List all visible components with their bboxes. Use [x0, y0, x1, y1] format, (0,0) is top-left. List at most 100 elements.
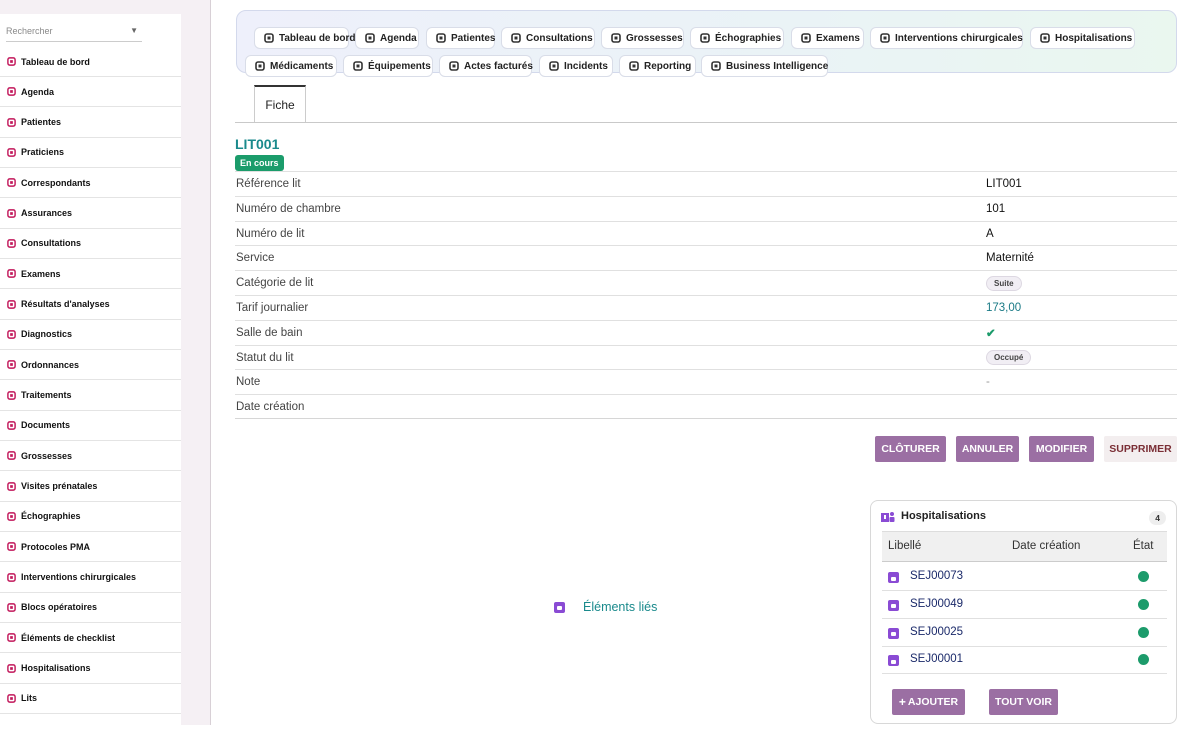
add-button[interactable]: + AJOUTER [892, 689, 965, 715]
field-value: 173,00 [986, 302, 1021, 314]
cancel-button[interactable]: ANNULER [956, 436, 1019, 462]
close-button[interactable]: CLÔTURER [875, 436, 946, 462]
table-row[interactable]: SEJ00073 [882, 563, 1167, 591]
column-header[interactable]: Libellé [888, 540, 921, 552]
nav-button-label: Patientes [451, 32, 496, 44]
hospital-user-icon [881, 512, 895, 522]
sidebar-item-label: Tableau de bord [21, 56, 90, 67]
nav-button[interactable]: Équipements [343, 55, 433, 77]
sidebar-item[interactable]: Grossesses [0, 441, 181, 472]
sidebar-item[interactable]: Assurances [0, 199, 181, 229]
pie-chart-icon [629, 61, 644, 71]
nav-button[interactable]: Grossesses [601, 27, 684, 49]
sidebar-item-label: Patientes [21, 117, 62, 128]
tab-fiche[interactable]: Fiche [254, 85, 306, 123]
sidebar-item[interactable]: Praticiens [0, 138, 181, 168]
see-all-button[interactable]: TOUT VOIR [989, 689, 1058, 715]
field-row: Catégorie de lit Suite [235, 270, 1177, 295]
calendar-icon [6, 86, 17, 97]
linked-elements[interactable]: Éléments liés [554, 600, 657, 614]
sidebar-item[interactable]: Consultations [0, 229, 181, 259]
row-code[interactable]: SEJ00049 [910, 598, 963, 610]
nav-button[interactable]: Consultations [501, 27, 595, 49]
nav-button[interactable]: Actes facturés [439, 55, 533, 77]
checklist-icon [6, 632, 17, 643]
calendar-check-icon [6, 481, 17, 492]
chevron-down-icon[interactable]: ▼ [130, 26, 138, 35]
sidebar-item[interactable]: Visites prénatales [0, 472, 181, 502]
sidebar-item[interactable]: Blocs opératoires [0, 593, 181, 623]
sidebar-item[interactable]: Traitements [0, 381, 181, 411]
value-text: 101 [986, 202, 1006, 215]
calendar-icon [554, 601, 565, 613]
nav-button-label: Actes facturés [464, 60, 533, 72]
nav-button[interactable]: Hospitalisations [1030, 27, 1135, 49]
state-indicator [1138, 654, 1149, 666]
plus-icon: + [898, 695, 906, 709]
table-row[interactable]: SEJ00025 [882, 619, 1167, 647]
sidebar-item[interactable]: Éléments de checklist [0, 623, 181, 654]
nav-button[interactable]: Tableau de bord [254, 27, 356, 49]
pills-icon [6, 390, 17, 401]
sidebar-item-label: Consultations [21, 238, 81, 249]
table-row[interactable]: SEJ00049 [882, 591, 1167, 619]
sidebar-item[interactable]: Résultats d'analyses [0, 290, 181, 320]
heart-pulse-icon [353, 61, 368, 71]
sidebar-item-label: Hospitalisations [21, 663, 91, 674]
nav-button-label: Agenda [380, 32, 417, 44]
top-navigation: Tableau de bord Agenda Patientes Consultati… [236, 10, 1177, 77]
sidebar-item[interactable]: Documents [0, 411, 181, 441]
status-badge: En cours [235, 155, 284, 171]
sidebar-item[interactable]: Examens [0, 259, 181, 290]
table-row[interactable]: SEJ00001 [882, 646, 1167, 675]
nav-button-label: Business Intelligence [726, 60, 829, 72]
ultrasound-icon [6, 511, 17, 522]
sidebar-item-label: Visites prénatales [21, 481, 98, 492]
sidebar-item-label: Examens [21, 268, 61, 279]
field-value: Occupé [986, 350, 1032, 366]
sidebar-item[interactable]: Agenda [0, 77, 181, 108]
nav-button-label: Examens [816, 32, 860, 44]
microscope-icon [6, 268, 17, 279]
value-text: LIT001 [986, 178, 1022, 190]
nav-button[interactable]: Patientes [426, 27, 495, 49]
field-label: Statut du lit [236, 351, 294, 364]
sidebar-item[interactable]: Patientes [0, 108, 181, 138]
nav-button[interactable]: Business Intelligence [701, 55, 828, 77]
delete-button[interactable]: SUPPRIMER [1104, 436, 1177, 462]
nav-button-label: Interventions chirurgicales [895, 32, 1023, 44]
sidebar-item[interactable]: Lits [0, 684, 181, 714]
sidebar-item[interactable]: Correspondants [0, 168, 181, 199]
sidebar-item[interactable]: Diagnostics [0, 320, 181, 350]
row-code[interactable]: SEJ00073 [910, 570, 963, 582]
nav-button[interactable]: Médicaments [245, 55, 337, 77]
sidebar-item[interactable]: Échographies [0, 502, 181, 532]
sidebar-item[interactable]: Ordonnances [0, 350, 181, 381]
column-header[interactable]: État [1133, 540, 1153, 552]
sidebar-item[interactable]: Protocoles PMA [0, 532, 181, 563]
nav-button[interactable]: Agenda [355, 27, 419, 49]
nav-button[interactable]: Échographies [690, 27, 784, 49]
value-chip: Occupé [986, 350, 1032, 366]
nav-button[interactable]: Examens [791, 27, 864, 49]
pills-icon [255, 61, 270, 71]
nav-button-label: Grossesses [626, 32, 683, 44]
nav-button[interactable]: Incidents [539, 55, 613, 77]
nav-button[interactable]: Reporting [619, 55, 696, 77]
row-code[interactable]: SEJ00025 [910, 626, 963, 638]
sidebar-item-label: Correspondants [21, 177, 91, 188]
sidebar-item[interactable]: Tableau de bord [0, 47, 181, 77]
page-title: LIT001 [235, 136, 280, 152]
column-header[interactable]: Date création [1012, 540, 1080, 552]
tab-divider [235, 122, 1177, 123]
row-code[interactable]: SEJ00001 [910, 653, 963, 665]
edit-button[interactable]: MODIFIER [1029, 436, 1094, 462]
field-label: Date création [236, 401, 305, 414]
search-input[interactable]: Rechercher ▼ [6, 20, 142, 42]
doctor-icon [6, 147, 17, 158]
sidebar-item[interactable]: Hospitalisations [0, 654, 181, 684]
nav-button[interactable]: Interventions chirurgicales [870, 27, 1023, 49]
value-text: A [986, 227, 994, 240]
value-chip: Suite [986, 275, 1022, 291]
sidebar-item[interactable]: Interventions chirurgicales [0, 563, 181, 593]
